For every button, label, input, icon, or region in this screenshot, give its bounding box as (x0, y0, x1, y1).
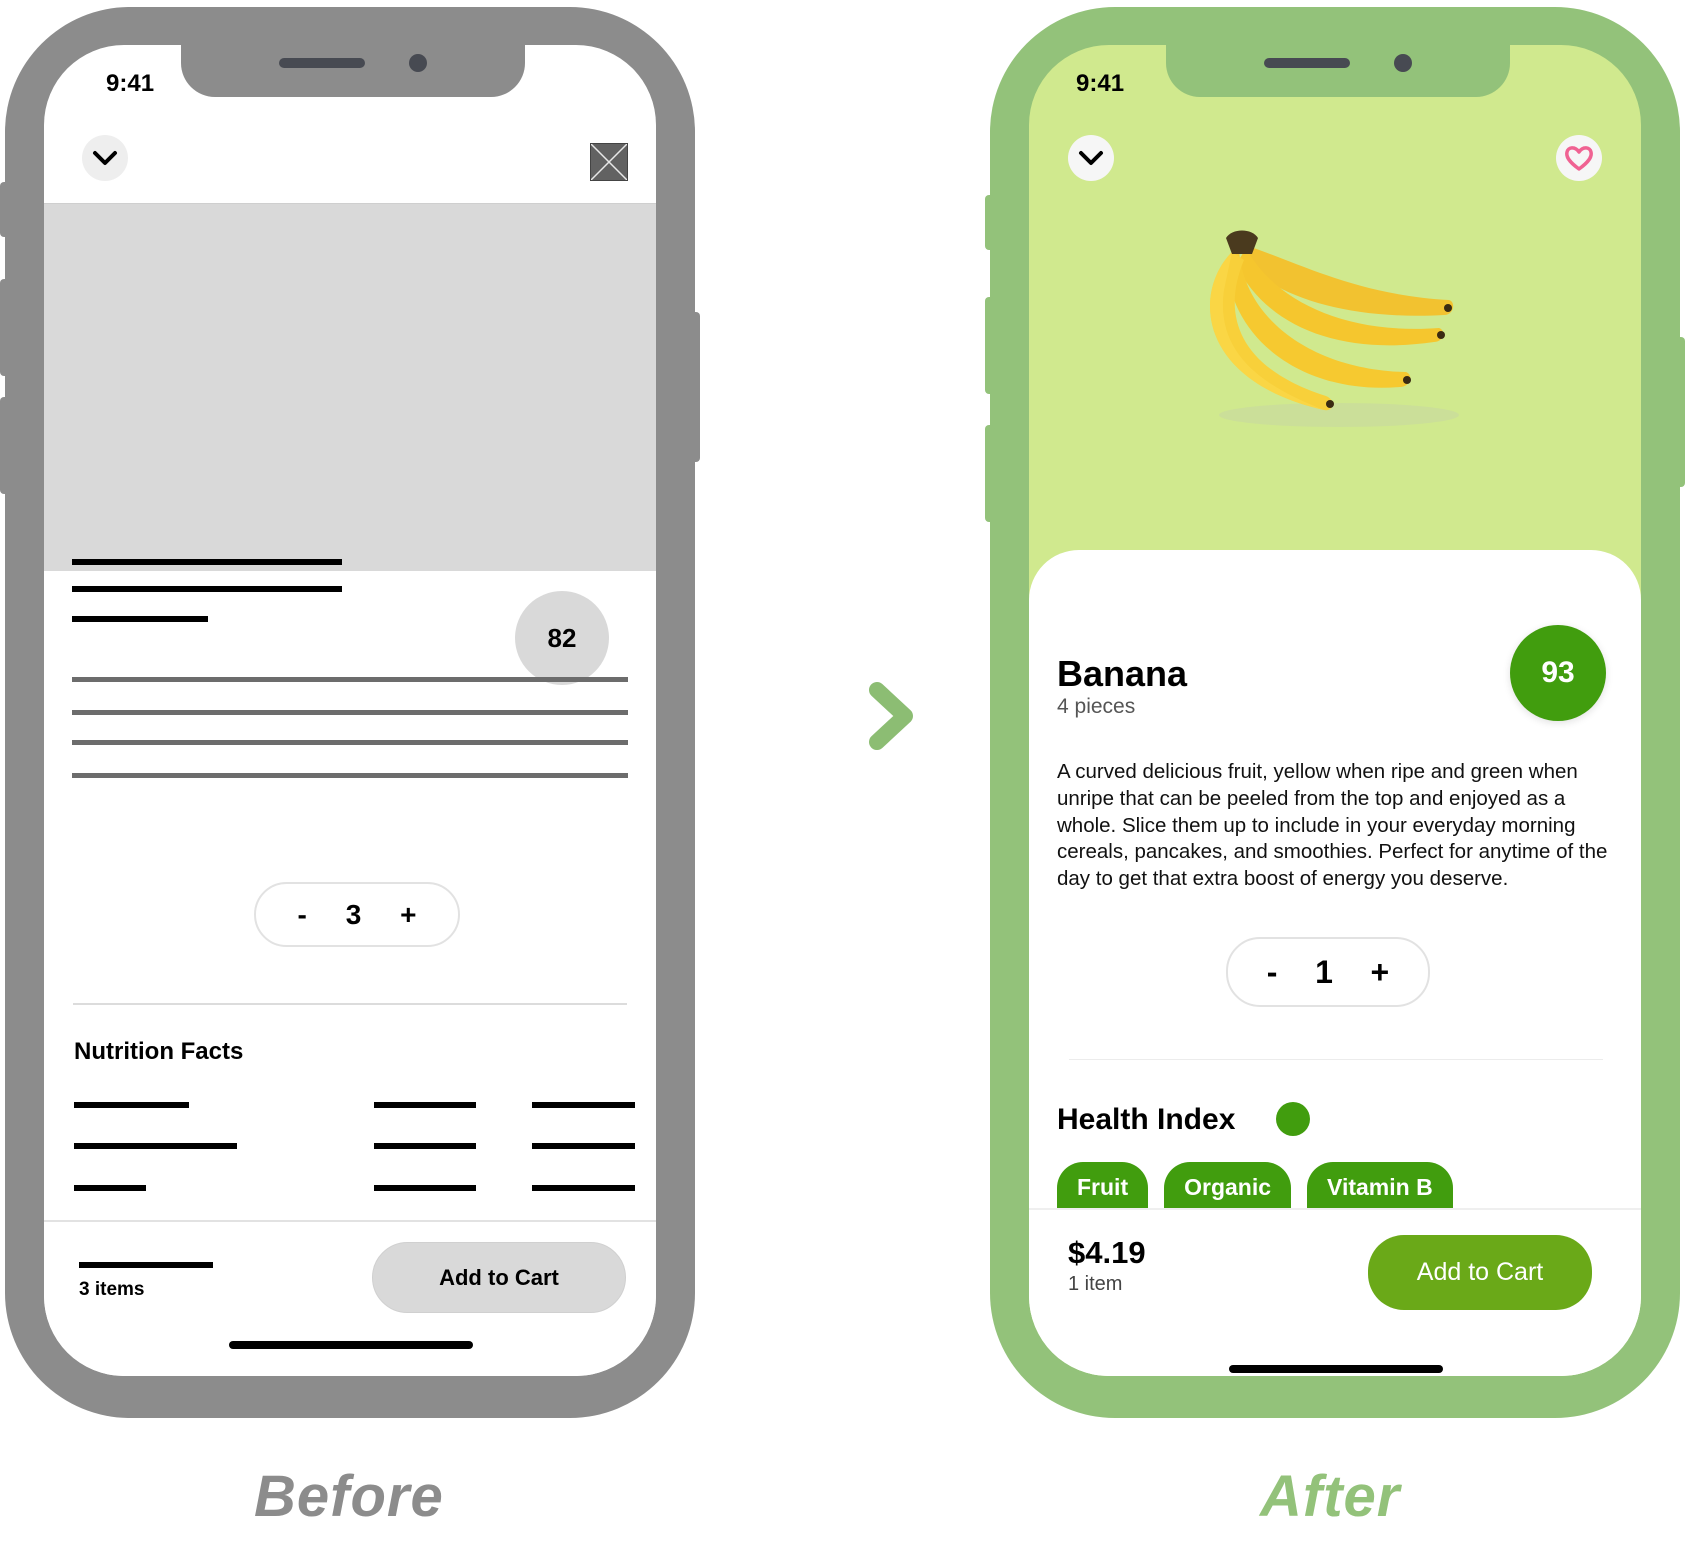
items-count: 1 item (1068, 1273, 1123, 1295)
home-indicator (1229, 1365, 1443, 1373)
notch (1166, 45, 1510, 97)
description-placeholder-line (72, 710, 628, 715)
tag-list: Fruit Organic Vitamin B (1057, 1162, 1453, 1214)
side-button-volume-up (985, 297, 995, 394)
score-badge: 82 (515, 591, 609, 685)
decrement-button[interactable]: - (297, 899, 306, 931)
nutrition-placeholder-line (374, 1185, 476, 1191)
quantity-stepper: - 1 + (1226, 937, 1430, 1007)
collapse-button[interactable] (1068, 135, 1114, 181)
product-quantity: 4 pieces (1057, 695, 1136, 718)
description-placeholder-line (72, 773, 628, 778)
nutrition-placeholder-line (74, 1102, 189, 1108)
image-placeholder-icon[interactable] (590, 143, 628, 181)
title-placeholder-line (72, 559, 342, 565)
nutrition-placeholder-line (532, 1185, 635, 1191)
add-to-cart-button[interactable]: Add to Cart (1368, 1235, 1592, 1310)
arrow-right-icon (755, 682, 913, 750)
collapse-button[interactable] (82, 135, 128, 181)
camera (1394, 54, 1412, 72)
side-button-mute (985, 195, 995, 250)
nutrition-placeholder-line (74, 1185, 146, 1191)
add-to-cart-button[interactable]: Add to Cart (372, 1242, 626, 1313)
score-badge: 93 (1510, 625, 1606, 721)
health-index-title: Health Index (1057, 1103, 1236, 1136)
side-button-power (1675, 337, 1685, 487)
nutrition-placeholder-line (532, 1143, 635, 1149)
home-indicator (229, 1341, 473, 1349)
camera (409, 54, 427, 72)
after-caption: After (1260, 1464, 1401, 1529)
nutrition-placeholder-line (532, 1102, 635, 1108)
divider (73, 1003, 627, 1005)
nutrition-placeholder-line (374, 1102, 476, 1108)
after-phone-mockup: 9:41 Banana 4 pieces 93 A curved delicio… (985, 7, 1685, 1418)
quantity-value: 3 (345, 898, 362, 930)
tag-chip[interactable]: Organic (1164, 1162, 1292, 1214)
increment-button[interactable]: + (400, 899, 416, 931)
nutrition-facts-title: Nutrition Facts (74, 1038, 244, 1065)
side-button-volume-down (0, 397, 10, 494)
side-button-mute (0, 182, 10, 237)
product-name: Banana (1057, 653, 1188, 694)
health-index-indicator (1276, 1102, 1310, 1136)
product-image-placeholder (44, 203, 656, 571)
heart-icon (1565, 146, 1593, 171)
nutrition-placeholder-line (374, 1143, 476, 1149)
banana-bunch-image (1210, 230, 1459, 427)
title-placeholder-line (72, 586, 342, 592)
before-screen: 9:41 82 - 3 + Nutrition Facts 3 items Ad… (44, 45, 656, 1376)
status-time: 9:41 (1076, 70, 1125, 97)
description-placeholder-line (72, 677, 628, 682)
quantity-value: 1 (1315, 953, 1333, 990)
chevron-down-icon (93, 151, 117, 165)
speaker (279, 58, 365, 68)
price: $4.19 (1068, 1235, 1146, 1270)
items-count: 3 items (79, 1279, 145, 1300)
tag-chip[interactable]: Vitamin B (1307, 1162, 1453, 1214)
decrement-button[interactable]: - (1267, 954, 1278, 991)
tag-chip[interactable]: Fruit (1057, 1162, 1149, 1214)
side-button-volume-up (0, 279, 10, 376)
description-placeholder-line (72, 740, 628, 745)
before-caption: Before (254, 1464, 444, 1529)
favorite-button[interactable] (1556, 135, 1602, 181)
status-time: 9:41 (106, 70, 155, 97)
notch (181, 45, 525, 97)
quantity-stepper: - 3 + (254, 882, 460, 947)
side-button-power (690, 312, 700, 462)
product-description: A curved delicious fruit, yellow when ri… (1057, 760, 1608, 891)
price-placeholder-line (79, 1262, 213, 1268)
speaker (1264, 58, 1350, 68)
chevron-down-icon (1079, 151, 1103, 165)
before-phone-mockup: 9:41 82 - 3 + Nutrition Facts 3 items Ad… (0, 7, 700, 1418)
nutrition-placeholder-line (74, 1143, 237, 1149)
side-button-volume-down (985, 425, 995, 522)
after-screen: 9:41 Banana 4 pieces 93 A curved delicio… (1029, 45, 1641, 1376)
increment-button[interactable]: + (1370, 954, 1389, 991)
subtitle-placeholder-line (72, 616, 208, 622)
divider (1069, 1059, 1603, 1060)
